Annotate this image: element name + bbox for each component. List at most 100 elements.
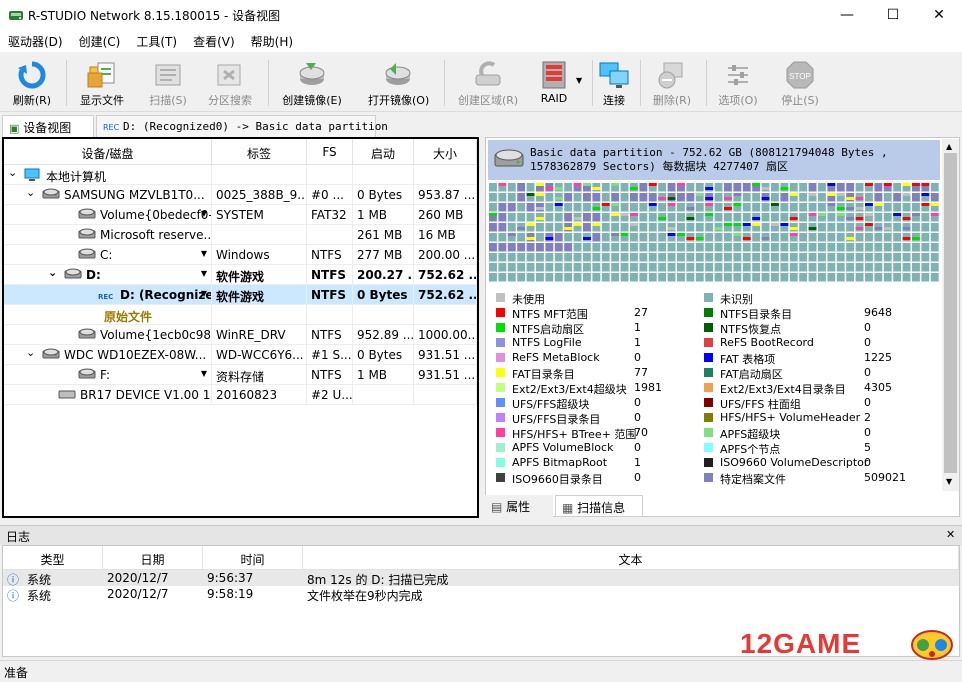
- options-button[interactable]: 选项(O): [718, 56, 758, 110]
- dropdown-arrow-icon[interactable]: ▼: [201, 209, 207, 218]
- tree-cell-name: BR17 DEVICE V1.00 1...: [4, 385, 212, 405]
- tree-row[interactable]: ⌄ 本地计算机: [4, 165, 477, 185]
- tree-row[interactable]: ⌄ SAMSUNG MZVLB1T0... 0025_388B_9... #0 ...…: [4, 185, 477, 205]
- log-col-time[interactable]: 时间: [203, 546, 303, 570]
- sector-mark: [902, 237, 911, 240]
- sector-block: [695, 223, 704, 232]
- col-device[interactable]: 设备/磁盘: [4, 139, 212, 165]
- menu-drive[interactable]: 驱动器(D): [0, 30, 71, 52]
- scroll-up-icon[interactable]: ▲: [946, 142, 952, 151]
- col-size[interactable]: 大小: [414, 139, 477, 165]
- tree-row[interactable]: BR17 DEVICE V1.00 1... 20160823 #2 U...: [4, 385, 477, 405]
- scroll-thumb[interactable]: [944, 153, 957, 473]
- legend-count: 1: [634, 321, 641, 334]
- maximize-button[interactable]: ☐: [870, 0, 916, 30]
- sector-block: [761, 203, 770, 212]
- scan-scrollbar[interactable]: ▲ ▼: [942, 139, 959, 491]
- tree-row[interactable]: ⌄ WDC WD10EZEX-08W... WD-WCC6Y6... #1 S... 0…: [4, 345, 477, 365]
- tree-cell-label: 资料存储: [212, 365, 307, 385]
- dropdown-arrow-icon[interactable]: ▼: [201, 269, 207, 278]
- scroll-down-icon[interactable]: ▼: [946, 477, 952, 486]
- tree-row[interactable]: ⌄ D: ▼ 软件游戏NTFS200.27 ...752.62 ...: [4, 265, 477, 285]
- log-row[interactable]: ⓘ 系统 2020/12/7 9:56:37 8m 12s 的 D: 扫描已完成: [3, 570, 959, 587]
- expand-toggle-icon[interactable]: ⌄: [48, 266, 57, 279]
- expand-toggle-icon[interactable]: ⌄: [8, 166, 17, 179]
- sector-block: [611, 223, 620, 232]
- sector-block: [912, 203, 920, 212]
- sector-block: [827, 243, 836, 252]
- sector-mark: [733, 223, 742, 226]
- expand-toggle-icon[interactable]: ⌄: [26, 346, 35, 359]
- tree-row[interactable]: F: ▼ 资料存储 NTFS 1 MB 931.51 ...: [4, 365, 477, 385]
- sector-block: [639, 233, 648, 242]
- log-col-type[interactable]: 类型: [3, 546, 103, 570]
- col-label[interactable]: 标签: [212, 139, 307, 165]
- close-button[interactable]: ✕: [916, 0, 962, 30]
- sector-block: [742, 193, 751, 202]
- sector-block: [752, 243, 761, 252]
- sector-mark: [818, 213, 826, 216]
- volume-icon: [78, 228, 96, 243]
- create-image-button[interactable]: 创建镜像(E): [282, 56, 342, 110]
- tree-row[interactable]: REC D: (Recognize...▼ 软件游戏NTFS0 Bytes752.6…: [4, 285, 477, 305]
- sector-block: [677, 273, 685, 282]
- sector-block: [714, 273, 723, 282]
- scan-button[interactable]: 扫描(S): [148, 56, 188, 110]
- device-name: 本地计算机: [46, 170, 107, 184]
- tree-row[interactable]: Volume{1ecb0c98-...WinRE_DRVNTFS952.89 .…: [4, 325, 477, 345]
- col-start[interactable]: 启动: [353, 139, 414, 165]
- tree-row[interactable]: Microsoft reserve... 261 MB 16 MB: [4, 225, 477, 245]
- tab-properties[interactable]: ▤ 属性: [485, 495, 553, 517]
- col-fs[interactable]: FS: [307, 139, 353, 165]
- tree-row[interactable]: 原始文件: [4, 305, 477, 325]
- expand-toggle-icon[interactable]: ⌄: [26, 186, 35, 199]
- sector-mark: [874, 227, 883, 230]
- raid-dropdown-icon[interactable]: ▼: [576, 76, 582, 85]
- tab-partition[interactable]: REC D: (Recognized0) -> Basic data parti…: [96, 115, 388, 137]
- delete-button[interactable]: 删除(R): [652, 56, 692, 110]
- tree-row[interactable]: C: ▼ Windows NTFS 277 MB 200.00 ...: [4, 245, 477, 265]
- open-image-button[interactable]: 打开镜像(O): [368, 56, 429, 110]
- sector-block: [620, 193, 629, 202]
- raid-button[interactable]: RAID: [534, 56, 574, 110]
- show-files-button[interactable]: 显示文件: [80, 56, 124, 110]
- tree-cell-fs: NTFS: [307, 265, 353, 285]
- refresh-button[interactable]: 刷新(R): [12, 56, 52, 110]
- dropdown-arrow-icon[interactable]: ▼: [201, 249, 207, 258]
- sector-block: [883, 193, 892, 202]
- menu-view[interactable]: 查看(V): [185, 30, 243, 52]
- log-row[interactable]: ⓘ 系统 2020/12/7 9:58:19 文件枚举在9秒内完成: [3, 586, 959, 603]
- minimize-icon: —: [840, 7, 854, 23]
- sector-block: [912, 273, 920, 282]
- minimize-button[interactable]: —: [824, 0, 870, 30]
- sector-mark: [865, 223, 873, 226]
- sector-mark: [592, 187, 601, 190]
- dropdown-arrow-icon[interactable]: ▼: [201, 289, 207, 298]
- connect-icon: [599, 62, 629, 88]
- tab-device-view[interactable]: ▣ 设备视图: [2, 115, 94, 137]
- sector-block: [742, 213, 751, 222]
- connect-button[interactable]: 连接: [596, 56, 632, 110]
- tab-scan-info[interactable]: ▦ 扫描信息: [555, 495, 643, 517]
- menu-help[interactable]: 帮助(H): [243, 30, 301, 52]
- sector-block: [564, 253, 573, 262]
- log-close-icon[interactable]: ✕: [946, 528, 955, 541]
- stop-button[interactable]: STOP 停止(S): [780, 56, 820, 110]
- log-col-date[interactable]: 日期: [103, 546, 203, 570]
- menu-tools[interactable]: 工具(T): [128, 30, 185, 52]
- sector-block: [930, 183, 939, 192]
- partition-header: Basic data partition - 752.62 GB (808121…: [488, 140, 940, 180]
- sector-block: [611, 243, 620, 252]
- partition-search-button[interactable]: 分区搜索: [208, 56, 252, 110]
- legend-count: 0: [634, 411, 641, 424]
- log-col-text[interactable]: 文本: [303, 546, 959, 570]
- legend-item: NTFS恢复点 0: [704, 320, 934, 336]
- dropdown-arrow-icon[interactable]: ▼: [201, 369, 207, 378]
- tree-row[interactable]: Volume{0bedecf0-... ▼ SYSTEM FAT32 1 MB 260 M…: [4, 205, 477, 225]
- sector-block: [517, 203, 526, 212]
- create-region-button[interactable]: 创建区域(R): [458, 56, 518, 110]
- menu-create[interactable]: 创建(C): [71, 30, 129, 52]
- sector-block: [630, 253, 638, 262]
- legend-item: Ext2/Ext3/Ext4超级块 1981: [496, 380, 726, 396]
- sector-mark: [921, 193, 930, 196]
